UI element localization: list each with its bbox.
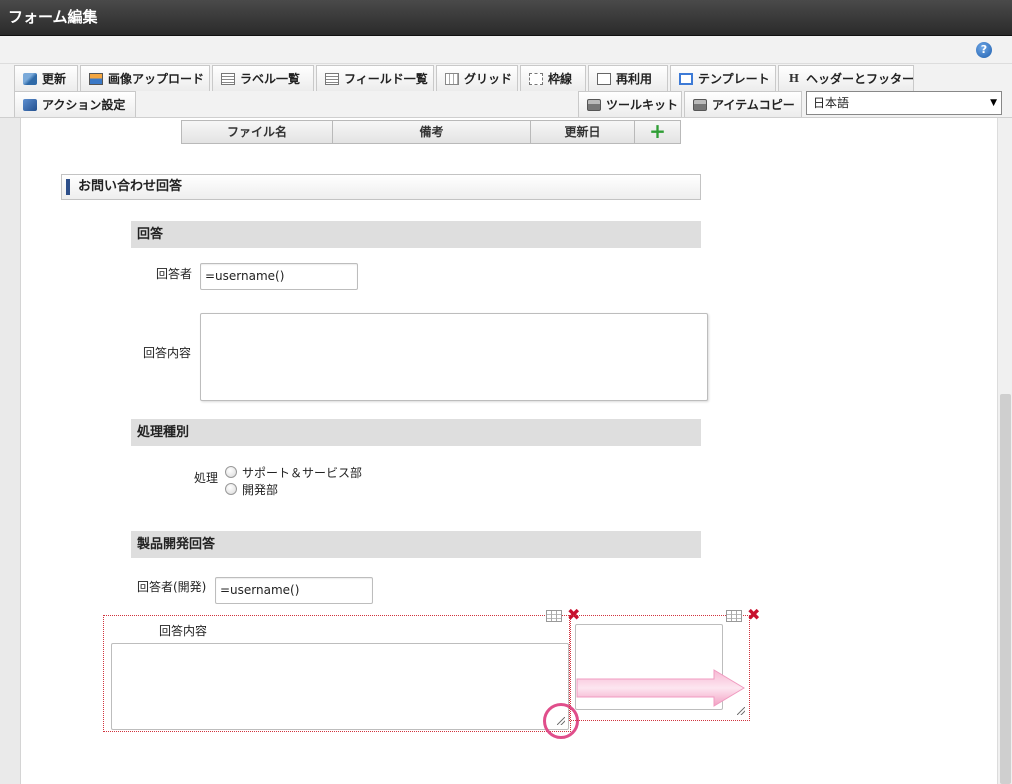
section-answer: 回答 <box>131 221 701 248</box>
responder-label: 回答者 <box>156 267 193 281</box>
help-bar: ? <box>0 36 1012 64</box>
column-file-name: ファイル名 <box>182 121 333 143</box>
image-upload-button[interactable]: 画像アップロード <box>80 65 210 91</box>
help-icon[interactable]: ? <box>976 42 992 58</box>
direction-arrow-icon <box>576 669 745 707</box>
image-upload-icon <box>89 72 103 85</box>
radio-support-service[interactable] <box>225 466 237 478</box>
border-button[interactable]: 枠線 <box>520 65 586 91</box>
section-product-dev-answer: 製品開発回答 <box>131 531 701 558</box>
resized-item-properties-icon[interactable] <box>726 610 742 622</box>
item-copy-button[interactable]: アイテムコピー <box>684 91 802 117</box>
section-processing-type: 処理種別 <box>131 419 701 446</box>
template-button[interactable]: テンプレート <box>670 65 776 91</box>
reuse-button[interactable]: 再利用 <box>588 65 668 91</box>
file-table-header: ファイル名 備考 更新日 + <box>181 120 681 144</box>
update-icon <box>23 72 37 85</box>
radio-support-service-label: サポート＆サービス部 <box>242 466 363 480</box>
add-file-button[interactable]: + <box>635 121 680 143</box>
reuse-icon <box>597 72 611 85</box>
update-button[interactable]: 更新 <box>14 65 78 91</box>
section-title-inquiry-answer: お問い合わせ回答 <box>61 174 701 200</box>
window-title: フォーム編集 <box>0 0 1012 36</box>
dev-answer-content-label: 回答内容 <box>159 624 208 638</box>
dev-answer-content-textarea[interactable] <box>111 643 569 730</box>
vertical-scrollbar[interactable] <box>997 118 1012 784</box>
header-footer-button[interactable]: H ヘッダーとフッター <box>778 65 914 91</box>
action-settings-icon <box>23 98 37 111</box>
dev-responder-label: 回答者(開発) <box>137 580 207 594</box>
radio-development[interactable] <box>225 483 237 495</box>
dev-responder-input[interactable]: =username() <box>215 577 373 604</box>
toolbar: 更新 画像アップロード ラベル一覧 フィールド一覧 グリッド 枠線 再利用 テン… <box>0 64 1012 118</box>
grid-icon <box>445 72 459 85</box>
label-list-button[interactable]: ラベル一覧 <box>212 65 314 91</box>
answer-content-label: 回答内容 <box>143 346 192 360</box>
left-gutter <box>0 118 20 784</box>
scrollbar-thumb[interactable] <box>1000 394 1011 784</box>
language-select[interactable]: 日本語 ▼ <box>806 91 1002 115</box>
item-properties-icon[interactable] <box>546 610 562 622</box>
chevron-down-icon: ▼ <box>990 98 997 108</box>
resized-delete-item-icon[interactable]: ✖ <box>747 607 760 623</box>
header-footer-icon: H <box>788 71 800 85</box>
template-icon <box>679 72 693 85</box>
answer-content-textarea[interactable] <box>200 313 708 401</box>
toolkit-icon <box>587 98 601 111</box>
field-list-icon <box>325 72 339 85</box>
language-value: 日本語 <box>813 96 850 110</box>
column-remarks: 備考 <box>333 121 531 143</box>
responder-input[interactable]: =username() <box>200 263 358 290</box>
border-icon <box>529 72 543 85</box>
radio-development-label: 開発部 <box>242 483 279 497</box>
plus-icon: + <box>649 119 666 143</box>
action-settings-button[interactable]: アクション設定 <box>14 91 136 117</box>
item-copy-icon <box>693 98 707 111</box>
grid-button[interactable]: グリッド <box>436 65 518 91</box>
column-updated-date: 更新日 <box>531 121 635 143</box>
label-list-icon <box>221 72 235 85</box>
field-list-button[interactable]: フィールド一覧 <box>316 65 434 91</box>
processing-label: 処理 <box>194 471 219 485</box>
toolkit-button[interactable]: ツールキット <box>578 91 682 117</box>
resized-resize-handle-icon[interactable] <box>737 707 745 715</box>
